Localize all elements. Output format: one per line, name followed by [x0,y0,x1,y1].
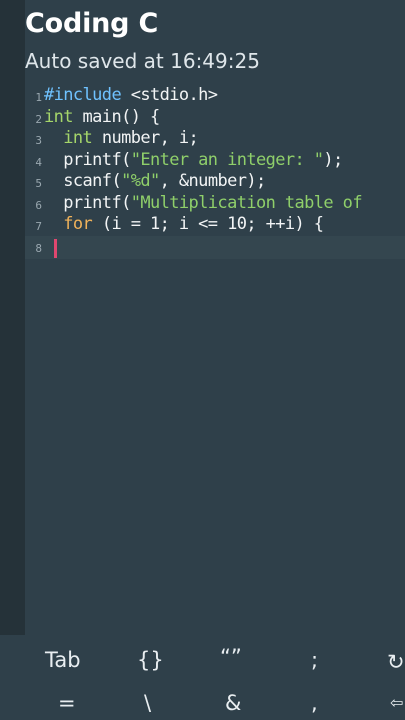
line-number: 7 [35,220,42,233]
syntax-token: int [44,106,74,127]
code-text: printf("Multiplication table of [44,193,362,215]
syntax-token: for [63,214,93,234]
line-number: 5 [35,177,42,190]
backspace-key[interactable]: ⇦ [390,693,403,712]
code-token: (i = 1; i <= 10; ++i) { [92,214,324,234]
code-line[interactable]: 7 for (i = 1; i <= 10; ++i) { [25,214,405,236]
braces-key[interactable]: {} [137,648,164,672]
syntax-token: "Enter an integer: " [130,149,324,170]
redo-key[interactable]: ↻ [387,650,405,674]
code-line[interactable]: 6 printf("Multiplication table of [25,193,405,215]
code-text: printf("Enter an integer: "); [44,150,343,172]
equals-key[interactable]: = [58,691,76,715]
quotes-key[interactable]: “” [220,645,242,669]
code-token: , &number); [159,171,267,191]
line-number: 8 [35,242,42,255]
code-line[interactable]: 8 [25,236,405,258]
line-number: 4 [35,155,42,169]
code-token: printf( [44,149,131,170]
syntax-token: "%d" [121,171,160,191]
code-line[interactable]: 5 scanf("%d", &number); [25,171,405,193]
backslash-key[interactable]: \ [144,691,151,715]
ampersand-key[interactable]: & [225,691,241,715]
code-line[interactable]: 4 printf("Enter an integer: "); [25,150,405,172]
code-token: printf( [44,192,131,213]
syntax-token: "Multiplication table of [130,192,363,213]
autosave-status: Auto saved at 16:49:25 [25,49,260,73]
code-token: main() { [72,106,161,127]
code-text: int main() { [44,107,160,129]
page-title: Coding C [25,8,159,39]
code-text: scanf("%d", &number); [44,171,266,193]
code-text: #include <stdio.h> [44,85,218,107]
line-number: 1 [35,91,42,104]
syntax-token: #include [44,85,122,105]
semicolon-key[interactable]: ; [311,648,318,672]
comma-key[interactable]: , [311,691,318,715]
code-line[interactable]: 2 int main() { [25,107,405,129]
code-token: <stdio.h> [121,85,218,105]
code-token: scanf( [44,171,122,191]
line-number: 3 [35,134,42,147]
code-editor[interactable]: 1 #include <stdio.h> 2 int main() {3 int nu… [25,85,405,615]
text-cursor [54,239,57,258]
tab-key[interactable]: Tab [45,648,81,672]
code-line[interactable]: 3 int number, i; [25,128,405,150]
line-number: 2 [35,112,42,126]
symbol-toolbar: Tab {} “” ; ↻ = \ & , ⇦ [0,635,405,720]
line-number: 6 [35,198,42,212]
left-edge-strip [0,0,25,720]
code-token: ); [323,149,343,170]
syntax-token: int [63,128,93,148]
code-token: number, i; [92,128,199,148]
code-line[interactable]: 1 #include <stdio.h> [25,85,405,107]
code-text: for (i = 1; i <= 10; ++i) { [44,214,324,236]
code-text: int number, i; [44,128,198,150]
